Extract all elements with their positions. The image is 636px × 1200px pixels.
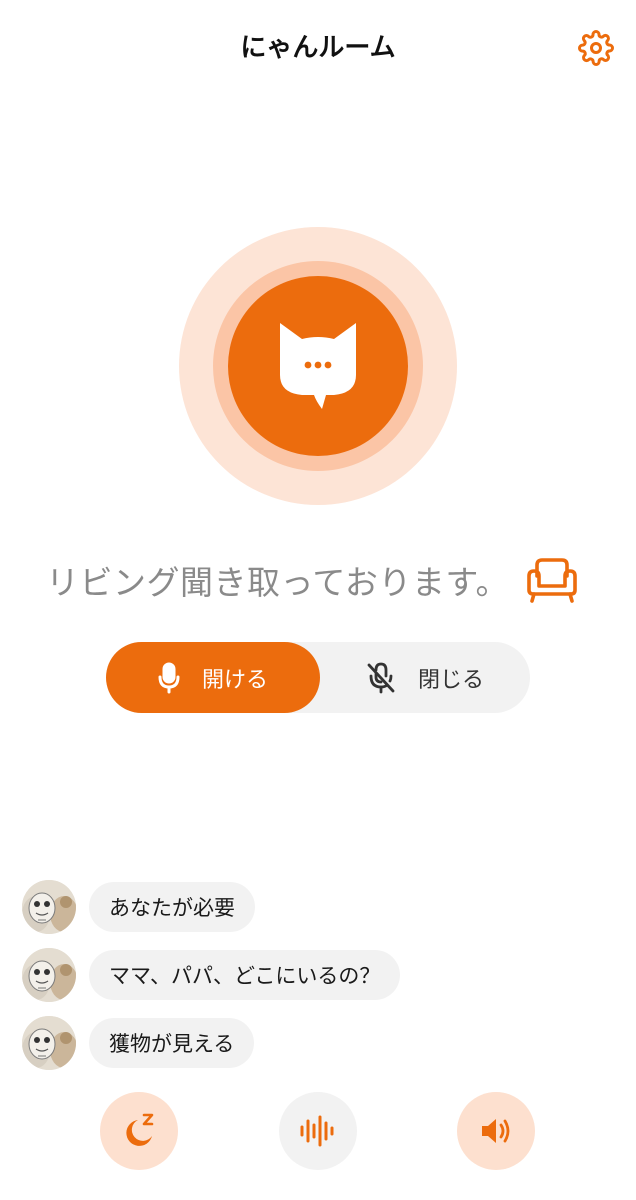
cat-avatar: [22, 1016, 76, 1070]
cat-avatar: [22, 880, 76, 934]
mic-close-label: 閉じる: [417, 667, 484, 693]
voice-button[interactable]: [279, 1092, 357, 1170]
listening-status-text: リビング聞き取っております。: [46, 563, 510, 602]
message-bubble: ママ、パパ、どこにいるの？: [89, 950, 401, 1000]
gear-icon: [578, 30, 614, 66]
message-bubble: あなたが必要: [89, 882, 255, 932]
settings-button[interactable]: [574, 26, 618, 70]
app-screen: にゃんルーム リビング聞き取っております。 開ける 閉じる あなたが必要 ママ、…: [0, 0, 636, 1200]
mic-open-label: 開ける: [201, 667, 268, 693]
sleep-button[interactable]: [100, 1092, 178, 1170]
mic-toggle: 開ける 閉じる: [106, 642, 530, 713]
armchair-icon: [527, 558, 577, 603]
moon-sleep-icon: [126, 1113, 154, 1146]
microphone-off-icon: [367, 662, 395, 693]
sound-wave-icon: [300, 1115, 334, 1147]
microphone-icon: [158, 662, 180, 693]
page-title: にゃんルーム: [240, 33, 396, 63]
message-item: 獲物が見える: [22, 1016, 255, 1070]
mic-close-button[interactable]: 閉じる: [320, 642, 530, 713]
room-select-button[interactable]: [522, 552, 582, 608]
message-bubble: 獲物が見える: [89, 1018, 255, 1068]
speaker-icon: [482, 1119, 510, 1143]
mic-open-button[interactable]: 開ける: [106, 642, 320, 713]
talk-button[interactable]: [228, 276, 408, 456]
message-item: あなたが必要: [22, 880, 255, 934]
cat-chat-icon: [280, 323, 356, 409]
sound-button[interactable]: [457, 1092, 535, 1170]
cat-avatar: [22, 948, 76, 1002]
message-item: ママ、パパ、どこにいるの？: [22, 948, 401, 1002]
